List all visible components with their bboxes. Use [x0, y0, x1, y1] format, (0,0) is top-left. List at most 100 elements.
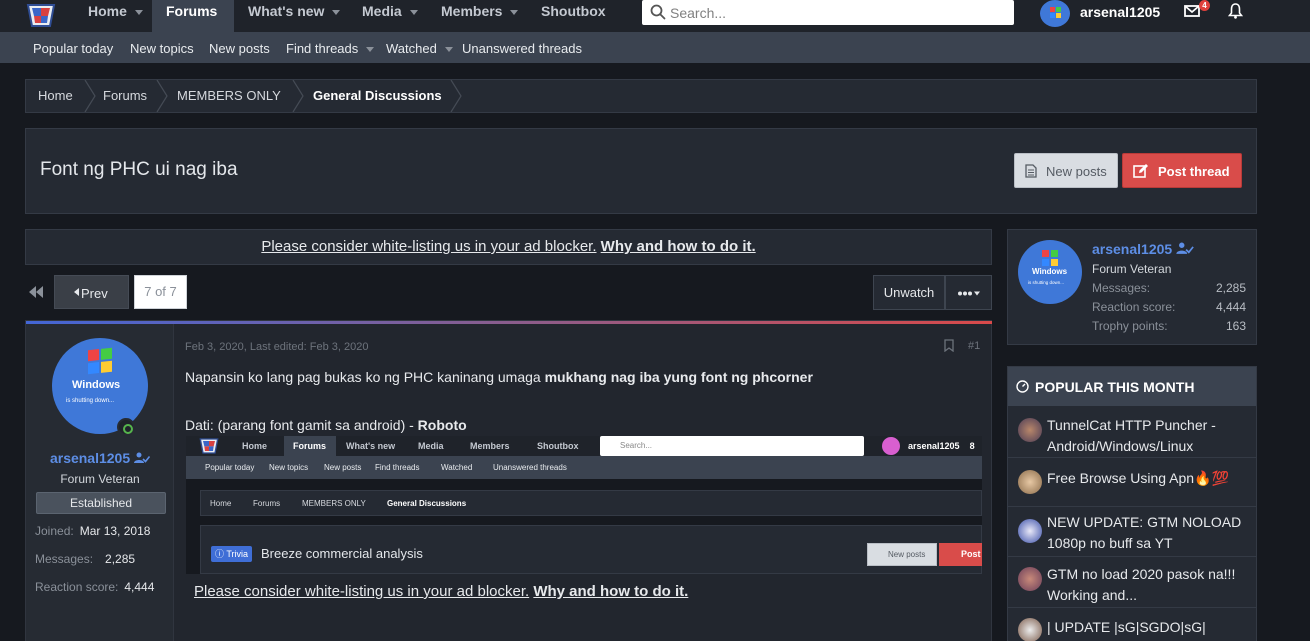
- embedded-topnav: Home Forums What's new Media Members Sho…: [186, 436, 982, 456]
- embedded-subnav-item: Watched: [441, 463, 473, 472]
- popular-thread-item[interactable]: TunnelCat HTTP Puncher - Android/Windows…: [1008, 406, 1256, 458]
- embedded-breadcrumb: Home Forums MEMBERS ONLY General Discuss…: [200, 490, 982, 516]
- post-user-title: Forum Veteran: [60, 472, 140, 486]
- windows-logo-icon: Windows is shutting down...: [66, 347, 120, 404]
- site-logo-icon[interactable]: [26, 2, 56, 29]
- subnav-popular-today[interactable]: Popular today: [33, 41, 113, 56]
- prev-page-button[interactable]: Prev: [54, 275, 129, 309]
- user-menu-name[interactable]: arsenal1205: [1080, 4, 1160, 20]
- embedded-post-button: Post: [939, 543, 982, 566]
- embedded-new-posts: New posts: [867, 543, 937, 566]
- why-how-link[interactable]: Why and how to do it.: [601, 238, 756, 255]
- ellipsis-icon: [958, 291, 980, 296]
- subnav-watched[interactable]: Watched: [386, 41, 453, 56]
- avatar-windows-text: Windows: [1032, 267, 1068, 276]
- sidebar-user-card: Windows is shutting down... arsenal1205 …: [1007, 229, 1257, 345]
- thread-author-avatar[interactable]: [1018, 567, 1042, 591]
- embedded-subnav-item: New posts: [324, 463, 362, 472]
- breadcrumb-separator-icon: [156, 80, 168, 112]
- joined-stat: Joined: Mar 13, 2018: [35, 524, 151, 538]
- sidebar-user-avatar[interactable]: Windows is shutting down...: [1018, 240, 1082, 304]
- document-icon: [1025, 164, 1037, 178]
- thread-author-avatar[interactable]: [1018, 618, 1042, 641]
- popular-thread-title[interactable]: GTM no load 2020 pasok na!!! Working and…: [1047, 564, 1252, 606]
- subnav-find-threads[interactable]: Find threads: [286, 41, 375, 56]
- search-icon: [650, 4, 666, 20]
- breadcrumb-separator-icon: [450, 80, 462, 112]
- post-thread-button[interactable]: Post thread: [1122, 153, 1242, 188]
- breadcrumb: Home Forums MEMBERS ONLY General Discuss…: [25, 79, 1257, 113]
- reaction-stat: Reaction score: 4,444: [35, 580, 155, 594]
- popular-thread-title[interactable]: Free Browse Using Apn🔥💯: [1047, 468, 1252, 489]
- popular-thread-item[interactable]: NEW UPDATE: GTM NOLOAD 1080p no buff sa …: [1008, 507, 1256, 557]
- mail-icon[interactable]: [1184, 4, 1200, 18]
- embedded-tab: Forums: [284, 436, 336, 456]
- embedded-crumb: General Discussions: [387, 499, 467, 508]
- nav-tab-whats-new[interactable]: What's new: [234, 0, 344, 32]
- thread-author-avatar[interactable]: [1018, 418, 1042, 442]
- nav-tab-shoutbox[interactable]: Shoutbox: [530, 0, 620, 32]
- post-username[interactable]: arsenal1205: [26, 450, 174, 466]
- post-date[interactable]: Feb 3, 2020: [185, 341, 244, 353]
- embedded-crumb: Forums: [253, 499, 281, 508]
- breadcrumb-general-discussions[interactable]: General Discussions: [313, 80, 442, 112]
- unwatch-button[interactable]: Unwatch: [873, 275, 945, 310]
- new-posts-button[interactable]: New posts: [1014, 153, 1118, 188]
- thread-header: Font ng PHC ui nag iba New posts Post th…: [25, 128, 1257, 214]
- user-avatar[interactable]: [1040, 0, 1070, 27]
- breadcrumb-separator-icon: [84, 80, 96, 112]
- popular-thread-item[interactable]: Free Browse Using Apn🔥💯: [1008, 458, 1256, 507]
- post: Windows is shutting down... arsenal1205 …: [25, 320, 992, 641]
- subnav-unanswered-threads[interactable]: Unanswered threads: [462, 41, 582, 56]
- whitelist-link[interactable]: Please consider white-listing us in your…: [261, 238, 596, 255]
- breadcrumb-home[interactable]: Home: [38, 80, 73, 112]
- nav-tab-media[interactable]: Media: [350, 0, 428, 32]
- embedded-screenshot[interactable]: Home Forums What's new Media Members Sho…: [186, 436, 982, 574]
- avatar-shutting-text: is shutting down...: [1028, 280, 1064, 285]
- search-box[interactable]: [642, 0, 1014, 25]
- nav-tab-forums[interactable]: Forums: [152, 0, 234, 32]
- sidebar-trophy: Trophy points: 163: [1092, 319, 1246, 333]
- nav-tab-home[interactable]: Home: [76, 0, 152, 32]
- subnav-new-posts[interactable]: New posts: [209, 41, 270, 56]
- why-how-link[interactable]: Why and how to do it.: [533, 583, 688, 600]
- bookmark-icon[interactable]: [944, 339, 954, 352]
- breadcrumb-members-only[interactable]: MEMBERS ONLY: [177, 80, 281, 112]
- search-input[interactable]: [670, 0, 1000, 25]
- verified-user-icon: [1176, 242, 1194, 254]
- first-page-icon[interactable]: [27, 284, 45, 300]
- edit-icon: [1133, 164, 1148, 178]
- popular-thread-item[interactable]: | UPDATE |sG|SGDO|sG|: [1008, 608, 1256, 641]
- embedded-tab: Shoutbox: [537, 441, 579, 451]
- breadcrumb-separator-icon: [292, 80, 304, 112]
- thread-author-avatar[interactable]: [1018, 519, 1042, 543]
- embedded-username: arsenal1205 8: [908, 441, 975, 451]
- nav-tab-members[interactable]: Members: [430, 0, 530, 32]
- site-logo-icon: [199, 438, 219, 454]
- post-user-avatar[interactable]: Windows is shutting down...: [52, 338, 148, 434]
- subnav-new-topics[interactable]: New topics: [130, 41, 194, 56]
- thread-tools-menu-button[interactable]: [945, 275, 992, 310]
- embedded-tab: Members: [470, 441, 510, 451]
- post-meta: Feb 3, 2020, Last edited: Feb 3, 2020: [185, 341, 369, 353]
- whitelist-link[interactable]: Please consider white-listing us in your…: [194, 583, 529, 600]
- popular-thread-item[interactable]: GTM no load 2020 pasok na!!! Working and…: [1008, 557, 1256, 608]
- avatar-shutting-text: is shutting down...: [66, 398, 114, 404]
- sidebar-username[interactable]: arsenal1205: [1092, 241, 1194, 257]
- chevron-down-icon: [366, 47, 375, 53]
- embedded-thread-title: Breeze commercial analysis: [261, 546, 423, 561]
- bell-icon[interactable]: [1228, 3, 1243, 19]
- embedded-avatar: [882, 437, 900, 455]
- popular-thread-title[interactable]: TunnelCat HTTP Puncher - Android/Windows…: [1047, 415, 1252, 457]
- current-page[interactable]: 7 of 7: [134, 275, 187, 309]
- user-banner-badge: Established: [36, 492, 166, 514]
- popular-thread-title[interactable]: | UPDATE |sG|SGDO|sG|: [1047, 617, 1252, 638]
- breadcrumb-forums[interactable]: Forums: [103, 80, 147, 112]
- post-number[interactable]: #1: [968, 340, 980, 352]
- windows-logo-icon: Windows is shutting down...: [1028, 250, 1068, 285]
- post-edited: Last edited: Feb 3, 2020: [249, 341, 369, 353]
- popular-thread-title[interactable]: NEW UPDATE: GTM NOLOAD 1080p no buff sa …: [1047, 512, 1252, 554]
- chevron-down-icon: [444, 47, 453, 53]
- chevron-down-icon: [332, 9, 341, 15]
- thread-author-avatar[interactable]: [1018, 470, 1042, 494]
